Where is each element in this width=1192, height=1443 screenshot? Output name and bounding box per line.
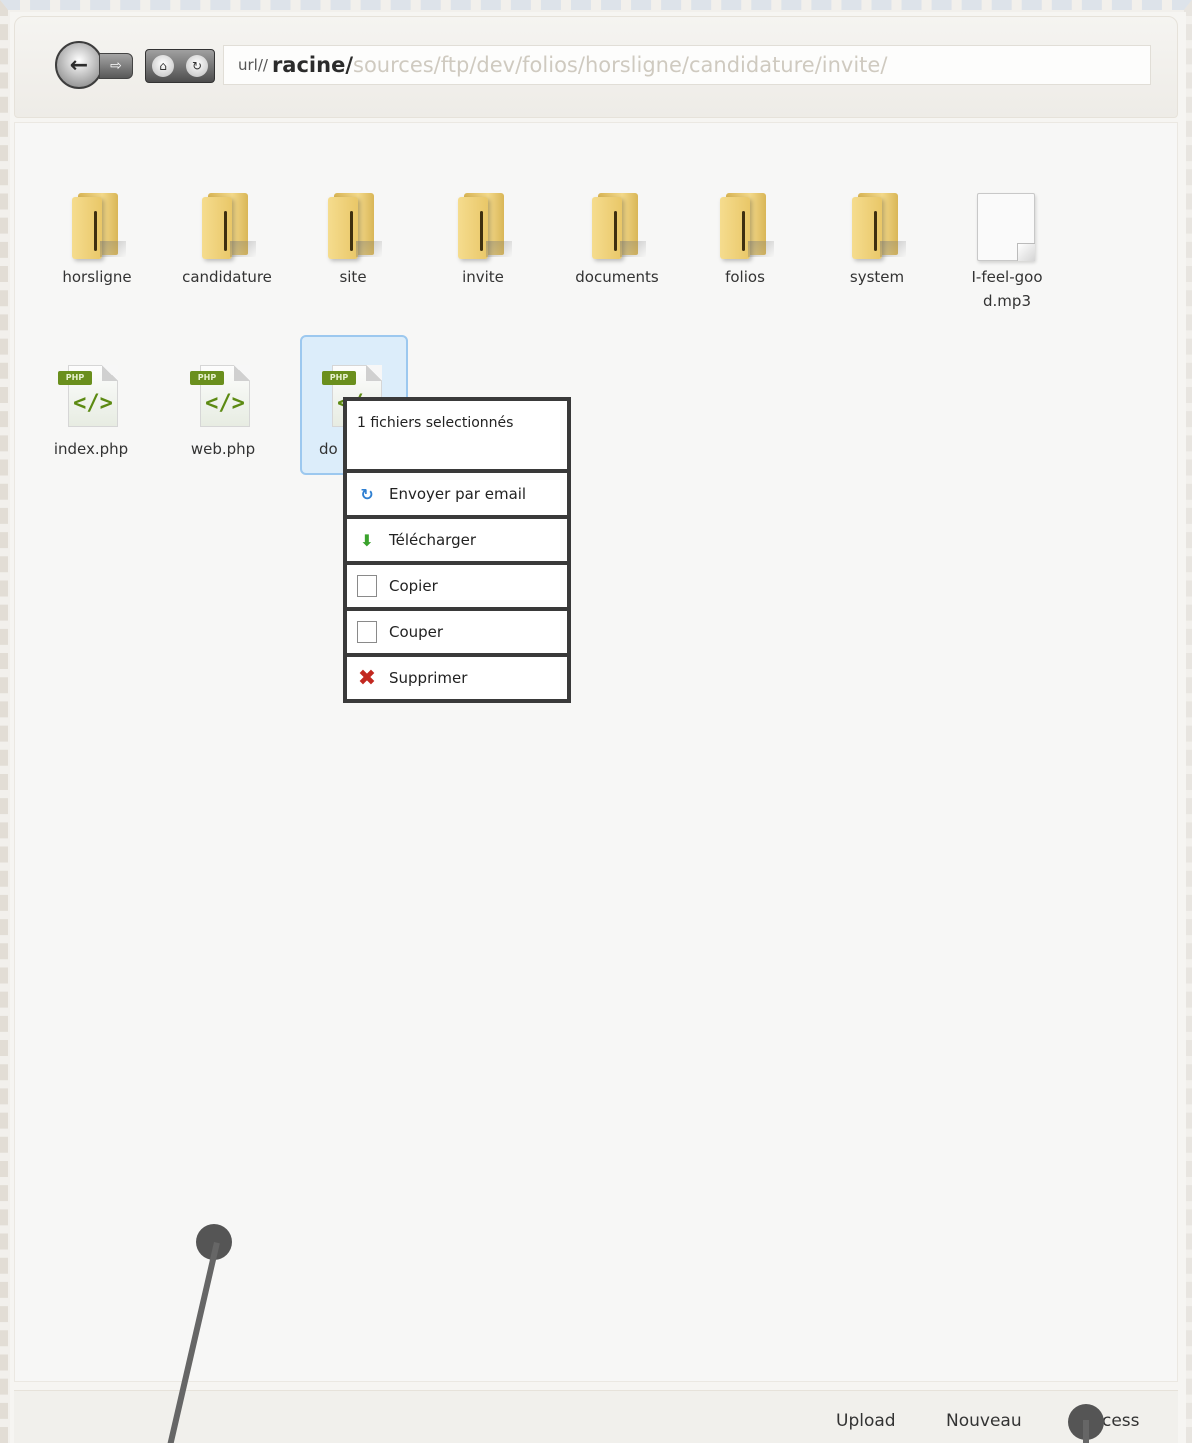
folder-label: site — [339, 268, 367, 286]
folder-label: horsligne — [62, 268, 132, 286]
menu-item-email[interactable]: ↻ Envoyer par email — [347, 473, 567, 515]
folder-icon — [328, 193, 382, 259]
folder-item[interactable]: candidature — [167, 193, 287, 289]
nouveau-link[interactable]: Nouveau — [946, 1411, 1022, 1431]
folder-icon — [592, 193, 646, 259]
folder-label: candidature — [182, 268, 272, 286]
context-menu: 1 fichiers selectionnés ↻ Envoyer par em… — [343, 397, 571, 703]
folder-item[interactable]: horsligne — [37, 193, 157, 289]
php-file-icon: PHP</> — [56, 359, 126, 431]
folder-icon — [852, 193, 906, 259]
back-arrow-icon[interactable]: ← — [55, 41, 103, 89]
menu-item-copy[interactable]: Copier — [347, 565, 567, 607]
folder-icon — [458, 193, 512, 259]
folder-label: invite — [462, 268, 504, 286]
file-item[interactable]: PHP </> web.php — [163, 359, 283, 461]
folder-icon — [72, 193, 126, 259]
folder-label: system — [849, 268, 905, 286]
refresh-icon[interactable]: ↻ — [186, 55, 208, 77]
menu-item-label: Couper — [389, 623, 444, 641]
audio-file-icon — [975, 193, 1039, 265]
email-refresh-icon: ↻ — [360, 484, 374, 504]
folder-label: documents — [575, 268, 659, 286]
selection-count-header: 1 fichiers selectionnés — [347, 401, 567, 469]
menu-item-download[interactable]: ⬇ Télécharger — [347, 519, 567, 561]
menu-item-label: Supprimer — [389, 669, 468, 687]
bottom-bar: Upload Nouveau cess — [14, 1390, 1178, 1443]
menu-item-delete[interactable]: ✖ Supprimer — [347, 657, 567, 699]
address-prefix: url// — [238, 56, 268, 74]
acces-link[interactable]: cess — [1102, 1411, 1140, 1431]
folder-item[interactable]: system — [817, 193, 937, 289]
php-file-icon: PHP</> — [188, 359, 258, 431]
file-label: web.php — [190, 440, 256, 458]
address-root: racine/ — [271, 53, 353, 77]
file-item-mp3[interactable]: I-feel-good.mp3 — [947, 193, 1067, 313]
file-item[interactable]: PHP </> index.php — [31, 359, 151, 461]
delete-icon: ✖ — [357, 665, 377, 691]
folder-icon — [202, 193, 256, 259]
cut-icon — [357, 621, 377, 643]
top-toolbar: ← ⇨ ⌂ ↻ url// racine/ sources/ftp/dev/fo… — [14, 16, 1178, 118]
file-label: I-feel-good.mp3 — [971, 268, 1043, 310]
menu-item-label: Copier — [389, 577, 438, 595]
annotation-line — [1083, 1420, 1089, 1443]
file-area[interactable]: horsligne candidature site invite docume… — [14, 122, 1178, 1382]
menu-item-cut[interactable]: Couper — [347, 611, 567, 653]
folder-item[interactable]: documents — [557, 193, 677, 289]
folder-item[interactable]: folios — [685, 193, 805, 289]
folder-item[interactable]: invite — [423, 193, 543, 289]
folder-item[interactable]: site — [293, 193, 413, 289]
address-path: sources/ftp/dev/folios/horsligne/candida… — [353, 53, 888, 77]
upload-link[interactable]: Upload — [836, 1411, 896, 1431]
home-icon[interactable]: ⌂ — [152, 55, 174, 77]
download-arrow-icon: ⬇ — [360, 530, 374, 550]
menu-item-label: Envoyer par email — [389, 485, 527, 503]
address-bar[interactable]: url// racine/ sources/ftp/dev/folios/hor… — [223, 45, 1151, 85]
copy-icon — [357, 575, 377, 597]
folder-label: folios — [725, 268, 765, 286]
forward-arrow-icon[interactable]: ⇨ — [99, 53, 133, 79]
file-label: index.php — [53, 440, 129, 458]
nav-button-group: ⌂ ↻ — [145, 49, 215, 83]
menu-item-label: Télécharger — [389, 531, 477, 549]
folder-icon — [720, 193, 774, 259]
